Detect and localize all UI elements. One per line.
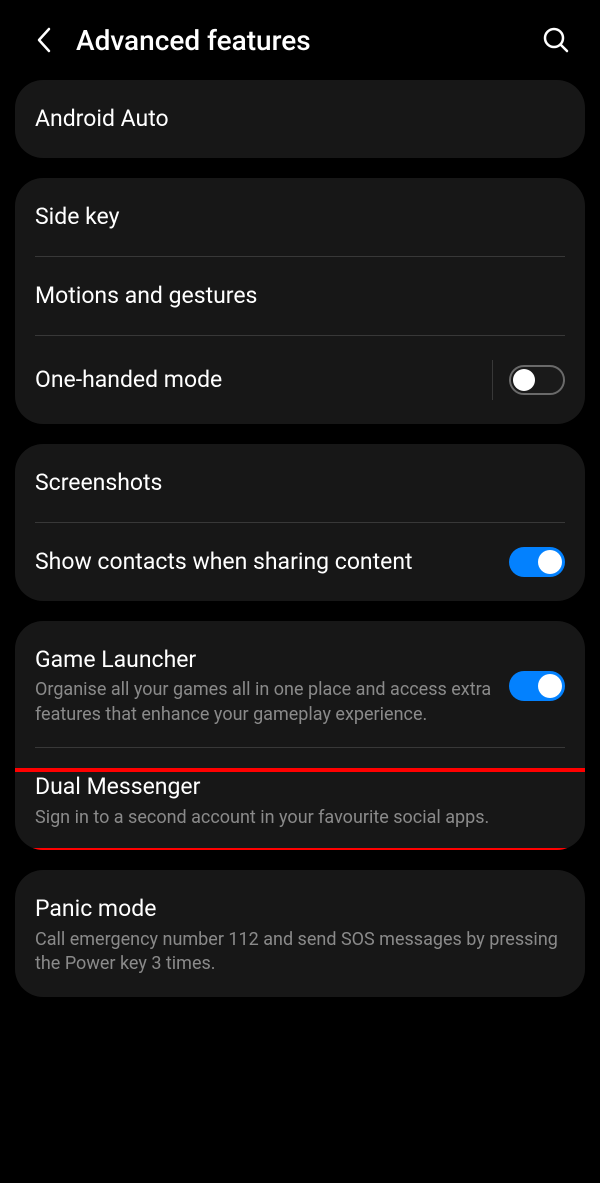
- one-handed-mode-toggle[interactable]: [509, 365, 565, 395]
- settings-group: Screenshots Show contacts when sharing c…: [15, 444, 585, 601]
- show-contacts-sharing-row[interactable]: Show contacts when sharing content: [15, 523, 585, 601]
- row-title: One-handed mode: [35, 365, 480, 395]
- row-content: Motions and gestures: [35, 281, 565, 311]
- game-launcher-row[interactable]: Game Launcher Organise all your games al…: [15, 621, 585, 747]
- row-content: One-handed mode: [35, 365, 480, 395]
- row-title: Panic mode: [35, 894, 565, 924]
- row-desc: Sign in to a second account in your favo…: [35, 806, 565, 830]
- row-title: Motions and gestures: [35, 281, 565, 311]
- search-button[interactable]: [536, 20, 576, 60]
- settings-group: Game Launcher Organise all your games al…: [15, 621, 585, 851]
- toggle-knob: [538, 674, 562, 698]
- toggle-knob: [538, 550, 562, 574]
- game-launcher-toggle[interactable]: [509, 671, 565, 701]
- header: Advanced features: [0, 0, 600, 80]
- row-content: Android Auto: [35, 104, 565, 134]
- toggle-knob: [513, 369, 535, 391]
- row-title: Dual Messenger: [35, 772, 565, 802]
- search-icon: [542, 26, 570, 54]
- chevron-left-icon: [35, 26, 53, 54]
- one-handed-mode-row[interactable]: One-handed mode: [15, 336, 585, 424]
- row-content: Panic mode Call emergency number 112 and…: [35, 894, 565, 976]
- row-title: Android Auto: [35, 104, 565, 134]
- back-button[interactable]: [24, 20, 64, 60]
- screenshots-row[interactable]: Screenshots: [15, 444, 585, 522]
- row-content: Side key: [35, 202, 565, 232]
- dual-messenger-row[interactable]: Dual Messenger Sign in to a second accou…: [15, 748, 585, 850]
- motions-gestures-row[interactable]: Motions and gestures: [15, 257, 585, 335]
- row-title: Show contacts when sharing content: [35, 547, 493, 577]
- row-title: Game Launcher: [35, 645, 493, 675]
- settings-group: Android Auto: [15, 80, 585, 158]
- row-desc: Call emergency number 112 and send SOS m…: [35, 928, 565, 977]
- page-title: Advanced features: [76, 24, 536, 57]
- row-title: Screenshots: [35, 468, 565, 498]
- show-contacts-sharing-toggle[interactable]: [509, 547, 565, 577]
- settings-group: Panic mode Call emergency number 112 and…: [15, 870, 585, 996]
- row-desc: Organise all your games all in one place…: [35, 678, 493, 727]
- toggle-divider: [492, 360, 493, 400]
- row-content: Show contacts when sharing content: [35, 547, 493, 577]
- android-auto-row[interactable]: Android Auto: [15, 80, 585, 158]
- row-content: Game Launcher Organise all your games al…: [35, 645, 493, 727]
- side-key-row[interactable]: Side key: [15, 178, 585, 256]
- content: Android Auto Side key Motions and gestur…: [0, 80, 600, 997]
- settings-group: Side key Motions and gestures One-handed…: [15, 178, 585, 424]
- row-title: Side key: [35, 202, 565, 232]
- row-content: Dual Messenger Sign in to a second accou…: [35, 772, 565, 830]
- panic-mode-row[interactable]: Panic mode Call emergency number 112 and…: [15, 870, 585, 996]
- row-content: Screenshots: [35, 468, 565, 498]
